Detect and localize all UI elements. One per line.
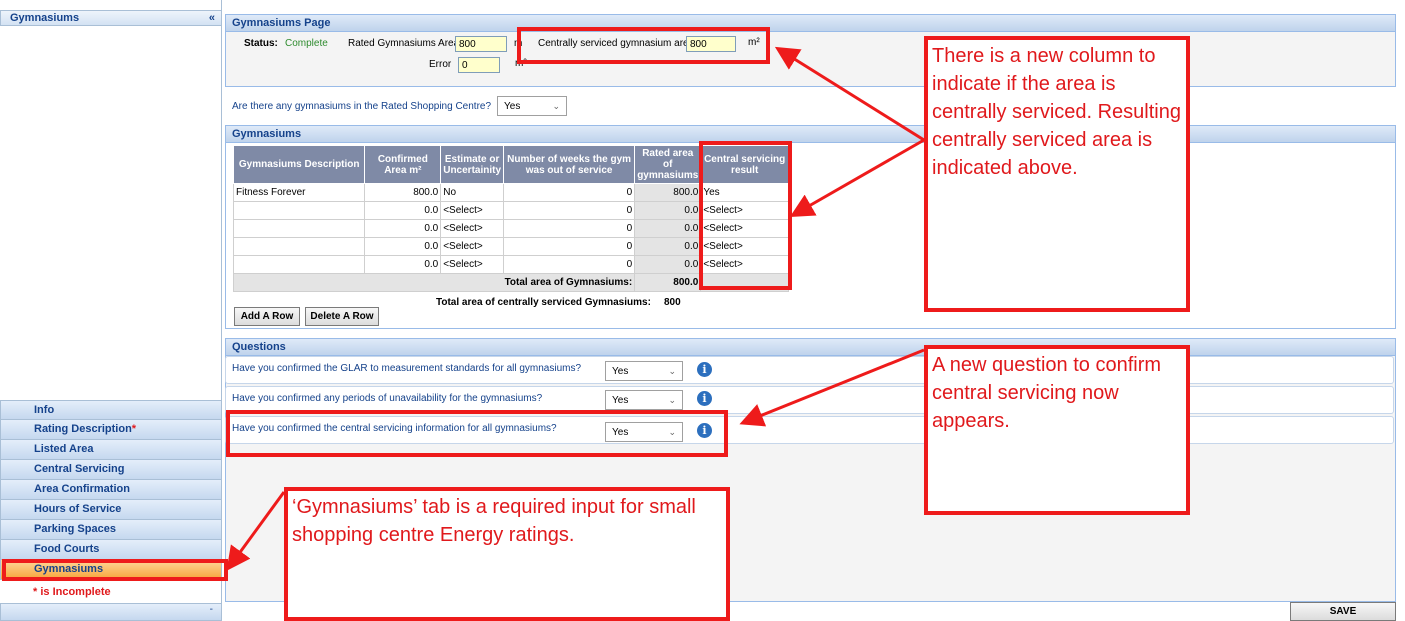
arrow-to-central-column [789, 138, 925, 217]
arrow-to-new-question [739, 348, 925, 427]
arrow-to-central-area [774, 46, 925, 142]
arrow-to-gymnasiums-tab [226, 491, 286, 571]
annotation-arrows [226, 46, 925, 571]
